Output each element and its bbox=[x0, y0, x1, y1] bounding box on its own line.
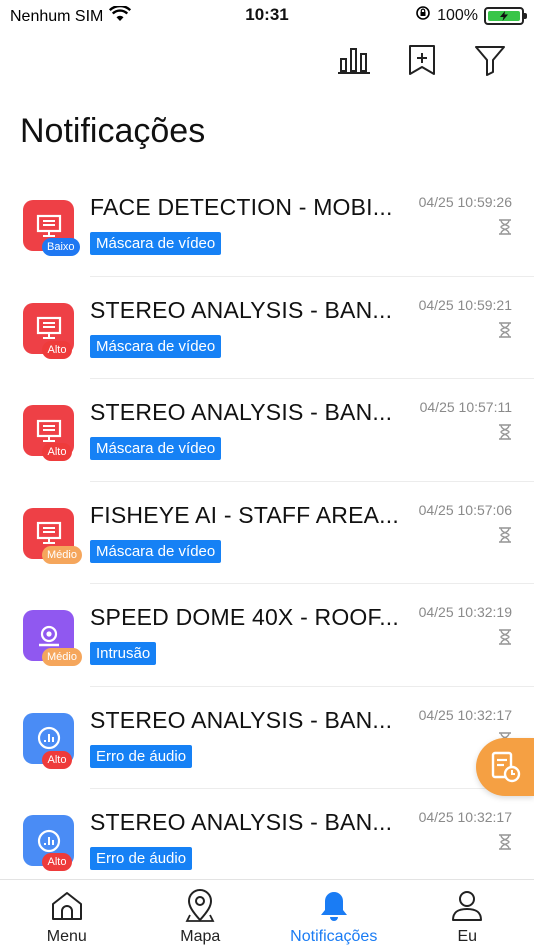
orientation-lock-icon bbox=[415, 5, 431, 26]
tab-label: Mapa bbox=[180, 928, 221, 945]
user-icon bbox=[452, 891, 483, 921]
notification-title: STEREO ANALYSIS - BAN... bbox=[90, 399, 393, 425]
event-tag: Máscara de vídeo bbox=[90, 437, 222, 460]
event-tag: Erro de áudio bbox=[90, 744, 193, 768]
hourglass-icon bbox=[499, 424, 511, 440]
severity-badge: Baixo bbox=[42, 238, 80, 256]
hourglass-icon bbox=[499, 219, 511, 235]
notification-row[interactable]: Baixo FACE DETECTION - MOBI... Máscara d… bbox=[0, 174, 534, 277]
tab-me[interactable]: Eu bbox=[401, 880, 534, 950]
severity-badge: Médio bbox=[42, 648, 82, 666]
notification-time: 04/25 10:57:11 bbox=[419, 399, 512, 415]
event-tag: Máscara de vídeo bbox=[90, 232, 222, 255]
statistics-button[interactable] bbox=[336, 42, 372, 78]
hourglass-icon bbox=[499, 321, 511, 338]
event-tag: Intrusão bbox=[90, 642, 157, 665]
status-bar: Nenhum SIM 10:31 100% bbox=[0, 0, 534, 30]
notification-time: 04/25 10:57:06 bbox=[418, 501, 512, 518]
bottom-tab-bar: Menu Mapa Notificações Eu bbox=[0, 879, 534, 950]
camera-dome-icon bbox=[38, 625, 59, 646]
document-clock-icon bbox=[491, 751, 521, 783]
audio-level-icon bbox=[37, 726, 60, 750]
header-toolbar bbox=[336, 42, 508, 78]
notification-row[interactable]: Médio SPEED DOME 40X - ROOF... Intrusão … bbox=[0, 584, 534, 687]
notification-row[interactable]: Alto STEREO ANALYSIS - BAN... Erro de áu… bbox=[0, 687, 534, 789]
notification-title: SPEED DOME 40X - ROOF... bbox=[90, 604, 399, 630]
home-icon bbox=[51, 892, 82, 920]
bar-chart-icon bbox=[338, 48, 370, 74]
hourglass-icon bbox=[499, 526, 511, 543]
audio-level-icon bbox=[37, 829, 60, 852]
severity-badge: Alto bbox=[42, 340, 72, 359]
status-right: 100% bbox=[415, 5, 527, 26]
battery-icon bbox=[484, 6, 527, 25]
notification-title: STEREO ANALYSIS - BAN... bbox=[90, 706, 393, 733]
notification-title: FACE DETECTION - MOBI... bbox=[90, 194, 393, 220]
tab-label: Menu bbox=[46, 928, 87, 945]
filter-button[interactable] bbox=[472, 42, 508, 78]
notification-time: 04/25 10:32:19 bbox=[418, 604, 512, 620]
notification-time: 04/25 10:59:21 bbox=[418, 296, 512, 313]
severity-badge: Alto bbox=[42, 853, 72, 871]
device-avatar: Alto bbox=[23, 302, 74, 359]
monitor-icon bbox=[36, 214, 61, 237]
notification-time: 04/25 10:32:17 bbox=[418, 809, 512, 825]
notification-row[interactable]: Alto STEREO ANALYSIS - BAN... Erro de áu… bbox=[0, 789, 534, 892]
severity-badge: Médio bbox=[42, 545, 82, 564]
notification-time: 04/25 10:32:17 bbox=[418, 706, 512, 723]
device-avatar: Alto bbox=[23, 712, 74, 769]
hourglass-icon bbox=[499, 834, 511, 850]
bookmark-add-icon bbox=[409, 45, 435, 75]
hourglass-icon bbox=[499, 629, 511, 645]
notification-time: 04/25 10:59:26 bbox=[418, 194, 512, 210]
map-pin-icon bbox=[185, 889, 215, 922]
notification-title: STEREO ANALYSIS - BAN... bbox=[90, 296, 393, 323]
severity-badge: Alto bbox=[42, 443, 72, 461]
add-bookmark-button[interactable] bbox=[404, 42, 440, 78]
monitor-icon bbox=[36, 521, 61, 544]
device-avatar: Baixo bbox=[23, 200, 80, 256]
notification-title: FISHEYE AI - STAFF AREA... bbox=[90, 501, 399, 528]
battery-percent: 100% bbox=[437, 6, 478, 24]
filter-icon bbox=[475, 46, 505, 76]
notification-row[interactable]: Alto STEREO ANALYSIS - BAN... Máscara de… bbox=[0, 277, 534, 379]
monitor-icon bbox=[36, 419, 61, 442]
tab-label: Eu bbox=[457, 928, 478, 945]
notification-row[interactable]: Alto STEREO ANALYSIS - BAN... Máscara de… bbox=[0, 379, 534, 482]
tab-menu[interactable]: Menu bbox=[0, 880, 134, 950]
tab-map[interactable]: Mapa bbox=[134, 880, 268, 950]
event-tag: Máscara de vídeo bbox=[90, 334, 222, 358]
tab-notifications[interactable]: Notificações bbox=[267, 880, 401, 950]
device-avatar: Médio bbox=[23, 610, 82, 666]
monitor-icon bbox=[36, 316, 61, 339]
bell-icon bbox=[320, 892, 347, 921]
notification-list: Baixo FACE DETECTION - MOBI... Máscara d… bbox=[0, 174, 534, 892]
device-avatar: Alto bbox=[23, 405, 74, 461]
page-title: Notificações bbox=[20, 112, 206, 150]
device-avatar: Alto bbox=[23, 815, 74, 871]
notification-title: STEREO ANALYSIS - BAN... bbox=[90, 809, 393, 835]
playback-records-button[interactable] bbox=[476, 738, 534, 796]
event-tag: Máscara de vídeo bbox=[90, 539, 222, 563]
device-avatar: Médio bbox=[23, 507, 82, 564]
severity-badge: Alto bbox=[42, 750, 72, 769]
tab-label: Notificações bbox=[290, 928, 378, 945]
event-tag: Erro de áudio bbox=[90, 847, 193, 870]
notification-row[interactable]: Médio FISHEYE AI - STAFF AREA... Máscara… bbox=[0, 482, 534, 584]
